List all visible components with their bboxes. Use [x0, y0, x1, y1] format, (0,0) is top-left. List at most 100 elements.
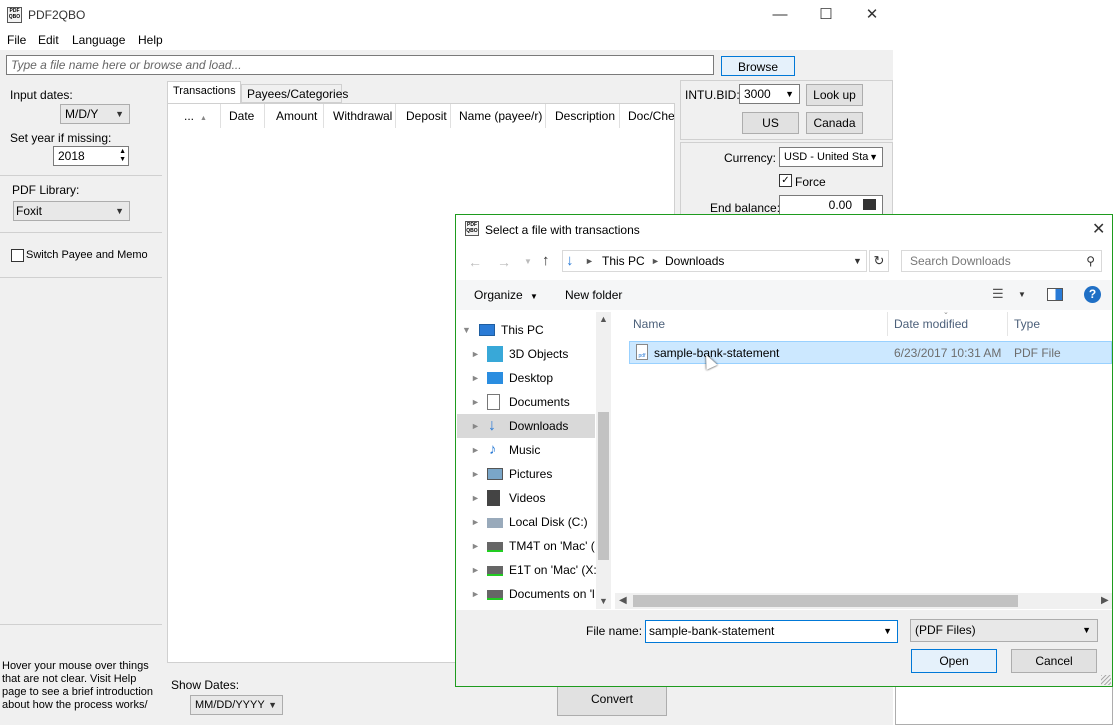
- browse-button[interactable]: Browse: [721, 56, 795, 76]
- minimize-button[interactable]: —: [757, 0, 803, 30]
- tree-item-documents[interactable]: ► Documents: [457, 390, 595, 414]
- document-icon: [487, 394, 500, 410]
- tree-item-tm4t[interactable]: ► TM4T on 'Mac' (: [457, 534, 595, 558]
- tree-item-e1t[interactable]: ► E1T on 'Mac' (X:: [457, 558, 597, 582]
- new-folder-button[interactable]: New folder: [565, 288, 622, 302]
- breadcrumb-downloads[interactable]: Downloads: [665, 254, 724, 268]
- column-header-name[interactable]: Name: [633, 317, 665, 331]
- pdf-file-icon: pdf: [636, 344, 648, 360]
- close-window-button[interactable]: ✕: [849, 0, 895, 30]
- column-separator[interactable]: [395, 104, 396, 128]
- tree-item-this-pc[interactable]: ▼ This PC: [457, 318, 595, 342]
- recent-dropdown-icon[interactable]: ▼: [524, 257, 532, 266]
- column-separator[interactable]: [264, 104, 265, 128]
- calculator-icon[interactable]: [863, 199, 876, 210]
- column-header-date-modified[interactable]: Date modified: [894, 317, 968, 331]
- year-spinner[interactable]: 2018 ▲ ▼: [53, 146, 129, 166]
- canada-button[interactable]: Canada: [806, 112, 863, 134]
- desktop-icon: [487, 372, 503, 384]
- spin-down-icon[interactable]: ▼: [119, 156, 126, 164]
- preview-pane-icon[interactable]: [1047, 288, 1063, 301]
- tree-item-3d-objects[interactable]: ► 3D Objects: [457, 342, 595, 366]
- tree-item-documents-mac[interactable]: ► Documents on 'l: [457, 582, 595, 606]
- us-button[interactable]: US: [742, 112, 799, 134]
- scroll-down-icon[interactable]: ▼: [599, 596, 608, 606]
- menu-help[interactable]: Help: [138, 33, 163, 47]
- file-path-input[interactable]: Type a file name here or browse and load…: [6, 55, 714, 75]
- chevron-down-icon: ▼: [785, 89, 794, 99]
- column-separator[interactable]: [450, 104, 451, 128]
- column-separator[interactable]: [887, 312, 888, 336]
- forward-arrow-icon[interactable]: →: [497, 254, 511, 270]
- back-arrow-icon[interactable]: ←: [468, 254, 482, 270]
- scroll-left-icon[interactable]: ◀: [619, 595, 627, 606]
- chevron-down-icon[interactable]: ▼: [1018, 290, 1026, 299]
- resize-grip-icon[interactable]: [1101, 675, 1111, 685]
- column-separator[interactable]: [220, 104, 221, 128]
- column-separator[interactable]: [323, 104, 324, 128]
- hscroll-thumb[interactable]: [633, 595, 1018, 607]
- address-dropdown-icon[interactable]: ▼: [853, 256, 862, 266]
- cancel-button[interactable]: Cancel: [1011, 649, 1097, 673]
- scroll-up-icon[interactable]: ▲: [599, 314, 608, 324]
- filename-input[interactable]: sample-bank-statement ▼: [645, 620, 898, 643]
- chevron-down-icon: ▼: [1082, 625, 1091, 635]
- up-arrow-icon[interactable]: ↑: [542, 252, 550, 269]
- column-header-amount[interactable]: Amount: [276, 109, 317, 123]
- column-header-date[interactable]: Date: [229, 109, 254, 123]
- dialog-close-icon[interactable]: ✕: [1092, 219, 1105, 239]
- tree-item-downloads[interactable]: ► ↓ Downloads: [457, 414, 595, 438]
- column-header-doc[interactable]: Doc/Chec: [628, 109, 674, 123]
- intu-bid-select[interactable]: 3000 ▼: [739, 84, 800, 104]
- breadcrumb-separator: ►: [651, 256, 660, 266]
- menu-edit[interactable]: Edit: [38, 33, 59, 47]
- column-header-withdrawal[interactable]: Withdrawal: [333, 109, 392, 123]
- tab-payees[interactable]: Payees/Categories: [241, 84, 348, 103]
- tree-item-local-disk[interactable]: ► Local Disk (C:): [457, 510, 595, 534]
- open-button[interactable]: Open: [911, 649, 997, 673]
- tree-item-desktop[interactable]: ► Desktop: [457, 366, 595, 390]
- switch-payee-checkbox[interactable]: [11, 249, 24, 262]
- convert-button[interactable]: Convert: [557, 682, 667, 716]
- column-separator[interactable]: [545, 104, 546, 128]
- search-placeholder: Search Downloads: [910, 254, 1011, 268]
- chevron-right-icon: ►: [471, 421, 480, 431]
- tree-item-videos[interactable]: ► Videos: [457, 486, 595, 510]
- breadcrumb-this-pc[interactable]: This PC: [602, 254, 645, 268]
- column-header-deposit[interactable]: Deposit: [406, 109, 447, 123]
- chevron-down-icon[interactable]: ▼: [883, 621, 892, 642]
- currency-select[interactable]: USD - United Sta ▼: [779, 147, 883, 167]
- refresh-icon[interactable]: ↻: [869, 250, 889, 272]
- menu-language[interactable]: Language: [72, 33, 125, 47]
- scroll-right-icon[interactable]: ▶: [1101, 595, 1109, 606]
- column-header[interactable]: ... ▲: [184, 109, 207, 123]
- file-type-filter-select[interactable]: (PDF Files) ▼: [910, 619, 1098, 642]
- chevron-right-icon: ►: [471, 445, 480, 455]
- menu-file[interactable]: File: [7, 33, 26, 47]
- tree-item-pictures[interactable]: ► Pictures: [457, 462, 595, 486]
- column-separator[interactable]: [619, 104, 620, 128]
- spin-up-icon[interactable]: ▲: [119, 148, 126, 156]
- force-checkbox[interactable]: ✓: [779, 174, 792, 187]
- input-dates-select[interactable]: M/D/Y ▼: [60, 104, 130, 124]
- organize-button[interactable]: Organize ▼: [474, 288, 538, 302]
- maximize-button[interactable]: ☐: [803, 0, 849, 30]
- column-header-type[interactable]: Type: [1014, 317, 1040, 331]
- column-header-name[interactable]: Name (payee/r): [459, 109, 542, 123]
- end-balance-input[interactable]: 0.00: [779, 195, 883, 215]
- view-options-icon[interactable]: ☰: [992, 286, 1004, 302]
- column-separator[interactable]: [1007, 312, 1008, 336]
- tab-transactions[interactable]: Transactions: [167, 81, 241, 103]
- help-icon[interactable]: ?: [1084, 286, 1101, 303]
- show-dates-value: MM/DD/YYYY: [195, 699, 265, 711]
- pdf-library-select[interactable]: Foxit ▼: [13, 201, 130, 221]
- column-header-description[interactable]: Description: [555, 109, 615, 123]
- set-year-label: Set year if missing:: [10, 131, 112, 145]
- switch-payee-label: Switch Payee and Memo: [26, 249, 148, 261]
- show-dates-select[interactable]: MM/DD/YYYY ▼: [190, 695, 283, 715]
- tree-item-music[interactable]: ► ♪ Music: [457, 438, 595, 462]
- help-hint-text: Hover your mouse over things that are no…: [2, 660, 154, 711]
- search-downloads-input[interactable]: Search Downloads ⚲: [901, 250, 1102, 272]
- lookup-button[interactable]: Look up: [806, 84, 863, 106]
- tree-scroll-thumb[interactable]: [598, 412, 609, 560]
